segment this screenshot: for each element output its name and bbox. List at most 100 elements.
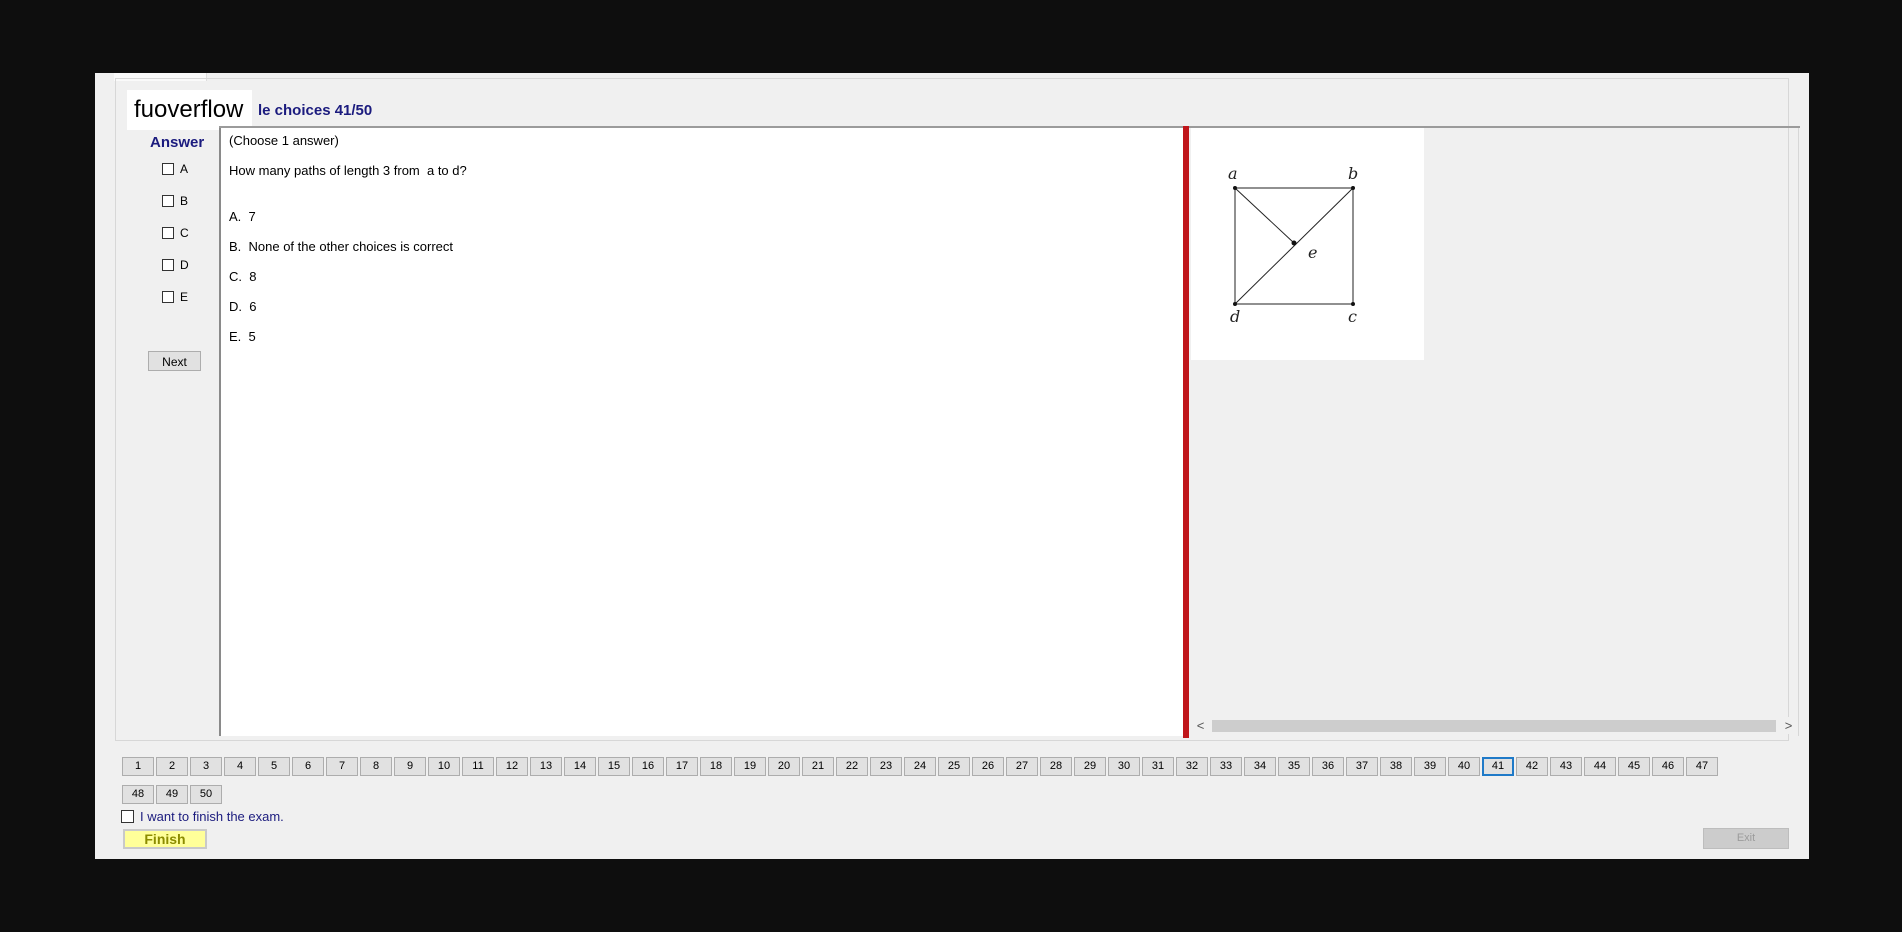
vertex-label-e: e (1308, 243, 1317, 262)
finish-checkbox-label[interactable]: I want to finish the exam. (140, 809, 284, 824)
answer-option-label: D (180, 258, 189, 272)
question-nav-button-25[interactable]: 25 (938, 757, 970, 776)
question-nav-button-14[interactable]: 14 (564, 757, 596, 776)
checkbox-a[interactable] (162, 163, 174, 175)
question-nav-button-44[interactable]: 44 (1584, 757, 1616, 776)
question-nav-button-21[interactable]: 21 (802, 757, 834, 776)
answer-option-label: E (180, 290, 189, 304)
question-nav-button-17[interactable]: 17 (666, 757, 698, 776)
question-nav-button-41[interactable]: 41 (1482, 757, 1514, 776)
vertex-label-a: a (1228, 164, 1238, 183)
answer-label: Answer (150, 134, 205, 151)
question-nav-button-3[interactable]: 3 (190, 757, 222, 776)
question-nav-button-42[interactable]: 42 (1516, 757, 1548, 776)
vertex-label-c: c (1348, 307, 1357, 326)
question-nav-button-11[interactable]: 11 (462, 757, 494, 776)
question-nav-button-39[interactable]: 39 (1414, 757, 1446, 776)
vertex-e (1291, 240, 1297, 246)
question-nav-button-5[interactable]: 5 (258, 757, 290, 776)
choice-c: C. 8 (229, 269, 257, 284)
question-nav-button-13[interactable]: 13 (530, 757, 562, 776)
question-nav-button-15[interactable]: 15 (598, 757, 630, 776)
question-nav-button-20[interactable]: 20 (768, 757, 800, 776)
next-button[interactable]: Next (148, 351, 201, 371)
question-nav-button-10[interactable]: 10 (428, 757, 460, 776)
answer-option-e[interactable]: E (162, 289, 188, 305)
checkbox-d[interactable] (162, 259, 174, 271)
checkbox-e[interactable] (162, 291, 174, 303)
choice-e: E. 5 (229, 329, 256, 344)
exam-window: fuoverflow le choices 41/50 Answer A B C… (95, 73, 1809, 859)
question-nav-button-37[interactable]: 37 (1346, 757, 1378, 776)
graph-figure: a b e d c (1191, 128, 1424, 360)
edge-a-e (1234, 187, 1295, 244)
question-nav-button-50[interactable]: 50 (190, 785, 222, 804)
question-nav-button-16[interactable]: 16 (632, 757, 664, 776)
question-nav-button-33[interactable]: 33 (1210, 757, 1242, 776)
answer-option-c[interactable]: C (162, 225, 189, 241)
question-nav-button-29[interactable]: 29 (1074, 757, 1106, 776)
vertex-label-b: b (1348, 164, 1358, 183)
question-nav-button-2[interactable]: 2 (156, 757, 188, 776)
question-nav-button-23[interactable]: 23 (870, 757, 902, 776)
answer-option-a[interactable]: A (162, 161, 188, 177)
splitter-handle[interactable] (1183, 126, 1189, 738)
question-prompt: How many paths of length 3 from a to d? (229, 163, 467, 178)
answer-option-b[interactable]: B (162, 193, 188, 209)
finish-checkbox[interactable] (121, 810, 134, 823)
question-nav-button-31[interactable]: 31 (1142, 757, 1174, 776)
question-nav-button-45[interactable]: 45 (1618, 757, 1650, 776)
question-nav-button-8[interactable]: 8 (360, 757, 392, 776)
question-instruction: (Choose 1 answer) (229, 133, 339, 148)
exit-button[interactable]: Exit (1703, 828, 1789, 849)
choice-a: A. 7 (229, 209, 256, 224)
finish-confirm[interactable]: I want to finish the exam. (121, 809, 284, 824)
question-group: fuoverflow le choices 41/50 Answer A B C… (115, 78, 1800, 741)
answer-option-d[interactable]: D (162, 257, 189, 273)
question-nav-button-46[interactable]: 46 (1652, 757, 1684, 776)
question-nav-button-30[interactable]: 30 (1108, 757, 1140, 776)
graph-diagram: a b e d c (1228, 164, 1358, 326)
question-nav-button-6[interactable]: 6 (292, 757, 324, 776)
vertex-a (1233, 186, 1237, 190)
scrollbar-thumb[interactable] (1212, 720, 1776, 732)
question-nav-button-35[interactable]: 35 (1278, 757, 1310, 776)
logo: fuoverflow (127, 90, 252, 130)
question-nav-button-24[interactable]: 24 (904, 757, 936, 776)
question-nav-button-47[interactable]: 47 (1686, 757, 1718, 776)
question-nav-button-28[interactable]: 28 (1040, 757, 1072, 776)
vertex-d (1233, 302, 1237, 306)
question-nav-button-40[interactable]: 40 (1448, 757, 1480, 776)
question-nav-button-12[interactable]: 12 (496, 757, 528, 776)
question-nav-button-26[interactable]: 26 (972, 757, 1004, 776)
question-nav-button-19[interactable]: 19 (734, 757, 766, 776)
question-nav-button-4[interactable]: 4 (224, 757, 256, 776)
choice-d: D. 6 (229, 299, 257, 314)
question-nav-button-48[interactable]: 48 (122, 785, 154, 804)
answer-option-label: C (180, 226, 189, 240)
choice-b: B. None of the other choices is correct (229, 239, 453, 254)
question-nav-button-32[interactable]: 32 (1176, 757, 1208, 776)
checkbox-b[interactable] (162, 195, 174, 207)
checkbox-c[interactable] (162, 227, 174, 239)
question-nav-button-49[interactable]: 49 (156, 785, 188, 804)
question-panel: (Choose 1 answer) How many paths of leng… (219, 128, 1183, 736)
page-title: le choices 41/50 (258, 102, 373, 119)
question-nav-button-34[interactable]: 34 (1244, 757, 1276, 776)
question-nav-button-18[interactable]: 18 (700, 757, 732, 776)
horizontal-scrollbar[interactable]: < > (1192, 717, 1797, 734)
divider (1798, 128, 1799, 736)
question-nav-button-43[interactable]: 43 (1550, 757, 1582, 776)
scroll-left-icon[interactable]: < (1192, 717, 1209, 734)
question-nav-button-9[interactable]: 9 (394, 757, 426, 776)
vertex-label-d: d (1230, 307, 1240, 326)
edge-d-b (1234, 187, 1354, 305)
question-nav-button-38[interactable]: 38 (1380, 757, 1412, 776)
question-nav-button-1[interactable]: 1 (122, 757, 154, 776)
finish-button[interactable]: Finish (123, 829, 207, 849)
question-nav-button-27[interactable]: 27 (1006, 757, 1038, 776)
scroll-right-icon[interactable]: > (1780, 717, 1797, 734)
question-nav-button-36[interactable]: 36 (1312, 757, 1344, 776)
question-nav-button-7[interactable]: 7 (326, 757, 358, 776)
question-nav-button-22[interactable]: 22 (836, 757, 868, 776)
